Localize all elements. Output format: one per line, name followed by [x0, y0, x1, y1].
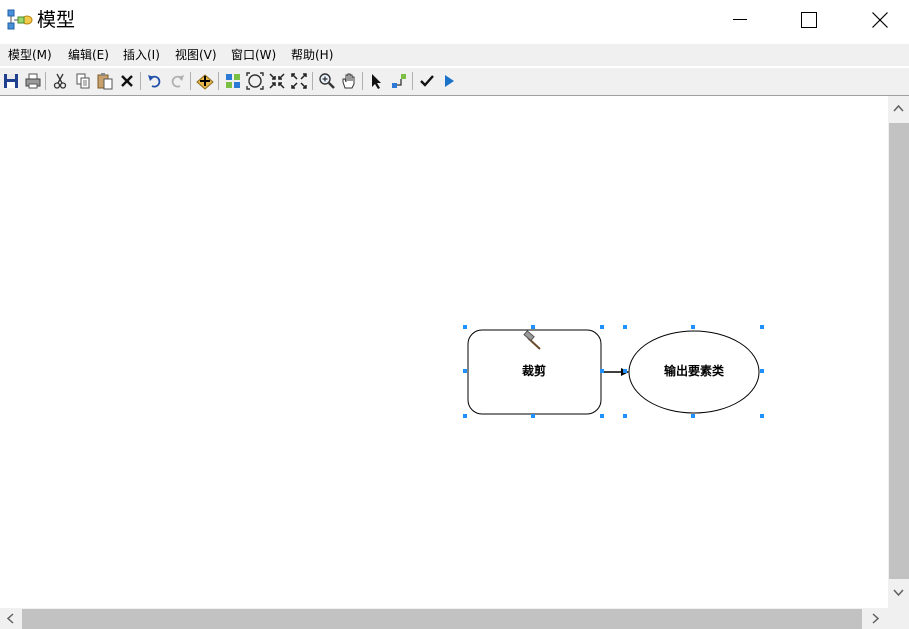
- toolbar-separator: [218, 72, 219, 90]
- minimize-button[interactable]: [717, 0, 763, 40]
- selection-handle[interactable]: [623, 325, 627, 329]
- selection-handle[interactable]: [760, 369, 764, 373]
- selection-handle[interactable]: [463, 325, 467, 329]
- toolbar-separator: [412, 72, 413, 90]
- model-canvas[interactable]: 裁剪 输出要素类: [0, 96, 888, 608]
- scroll-up-icon[interactable]: [893, 104, 904, 112]
- selection-handle[interactable]: [623, 369, 627, 373]
- selection-handle[interactable]: [531, 414, 535, 418]
- toolbar-separator: [190, 72, 191, 90]
- full-extent-icon[interactable]: [246, 72, 264, 90]
- selection-handle[interactable]: [600, 369, 604, 373]
- menu-insert[interactable]: 插入(I): [123, 47, 160, 63]
- menu-edit[interactable]: 编辑(E): [68, 47, 109, 63]
- delete-icon[interactable]: [118, 72, 136, 90]
- scrollbar-corner: [888, 608, 909, 629]
- title-bar: 模型: [0, 0, 909, 40]
- selection-handle[interactable]: [691, 325, 695, 329]
- tool-node-clip[interactable]: 裁剪: [467, 329, 602, 415]
- output-node-label: 输出要素类: [664, 363, 725, 378]
- toolbar-separator: [312, 72, 313, 90]
- selection-handle[interactable]: [600, 414, 604, 418]
- print-icon[interactable]: [24, 72, 42, 90]
- toolbar-separator: [140, 72, 141, 90]
- selection-handle[interactable]: [531, 325, 535, 329]
- selection-handle[interactable]: [600, 325, 604, 329]
- close-button[interactable]: [857, 0, 903, 40]
- auto-layout-icon[interactable]: [224, 72, 242, 90]
- tool-node-label: 裁剪: [522, 363, 546, 378]
- menu-window[interactable]: 窗口(W): [231, 47, 276, 63]
- scroll-left-icon[interactable]: [6, 613, 14, 624]
- zoom-in-icon[interactable]: [318, 72, 336, 90]
- selection-handle[interactable]: [463, 414, 467, 418]
- zoom-out-fixed-icon[interactable]: [290, 72, 308, 90]
- scroll-right-icon[interactable]: [872, 613, 880, 624]
- pan-icon[interactable]: [340, 72, 358, 90]
- undo-icon[interactable]: [146, 72, 164, 90]
- selection-handle[interactable]: [760, 414, 764, 418]
- redo-icon[interactable]: [168, 72, 186, 90]
- window-title: 模型: [37, 9, 76, 31]
- menu-help[interactable]: 帮助(H): [291, 47, 333, 63]
- connect-icon[interactable]: [390, 72, 408, 90]
- save-icon[interactable]: [2, 72, 20, 90]
- menu-view[interactable]: 视图(V): [175, 47, 217, 63]
- scroll-down-icon[interactable]: [893, 589, 904, 597]
- horizontal-scrollbar[interactable]: [0, 608, 888, 629]
- selection-handle[interactable]: [623, 414, 627, 418]
- maximize-button[interactable]: [786, 0, 832, 40]
- vertical-scroll-thumb[interactable]: [889, 123, 909, 579]
- cut-icon[interactable]: [51, 72, 69, 90]
- zoom-in-fixed-icon[interactable]: [268, 72, 286, 90]
- model-builder-icon: [7, 9, 33, 31]
- output-node-ellipse[interactable]: 输出要素类: [628, 330, 760, 414]
- selection-handle[interactable]: [691, 414, 695, 418]
- horizontal-scroll-thumb[interactable]: [22, 609, 862, 629]
- selection-handle[interactable]: [760, 325, 764, 329]
- validate-icon[interactable]: [418, 72, 436, 90]
- paste-icon[interactable]: [96, 72, 114, 90]
- toolbar: [0, 68, 909, 96]
- selection-handle[interactable]: [463, 369, 467, 373]
- copy-icon[interactable]: [74, 72, 92, 90]
- menu-bar: 模型(M) 编辑(E) 插入(I) 视图(V) 窗口(W) 帮助(H): [0, 44, 909, 66]
- vertical-scrollbar[interactable]: [888, 96, 909, 608]
- add-data-icon[interactable]: [196, 72, 214, 90]
- menu-model[interactable]: 模型(M): [8, 47, 52, 63]
- toolbar-separator: [45, 72, 46, 90]
- select-icon[interactable]: [368, 72, 386, 90]
- toolbar-separator: [362, 72, 363, 90]
- run-icon[interactable]: [440, 72, 458, 90]
